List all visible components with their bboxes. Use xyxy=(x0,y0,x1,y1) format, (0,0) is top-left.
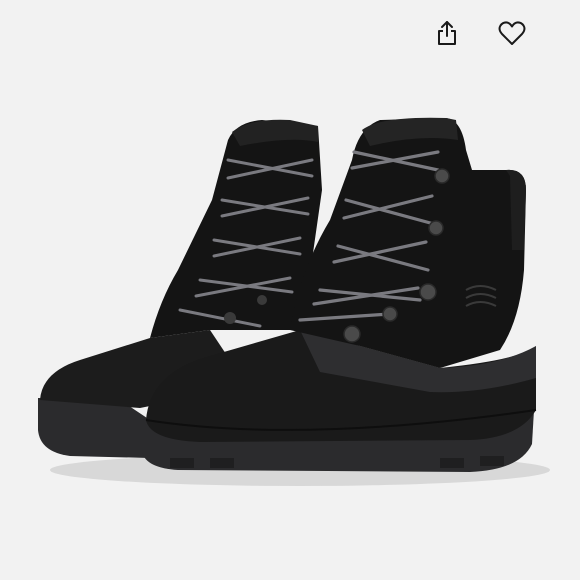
product-photo-viewer xyxy=(0,0,580,580)
heart-icon xyxy=(498,21,526,45)
right-boot-upper xyxy=(290,118,526,368)
share-icon xyxy=(438,21,456,45)
product-image[interactable] xyxy=(0,0,580,580)
share-button[interactable] xyxy=(428,14,466,52)
favorite-button[interactable] xyxy=(493,14,531,52)
